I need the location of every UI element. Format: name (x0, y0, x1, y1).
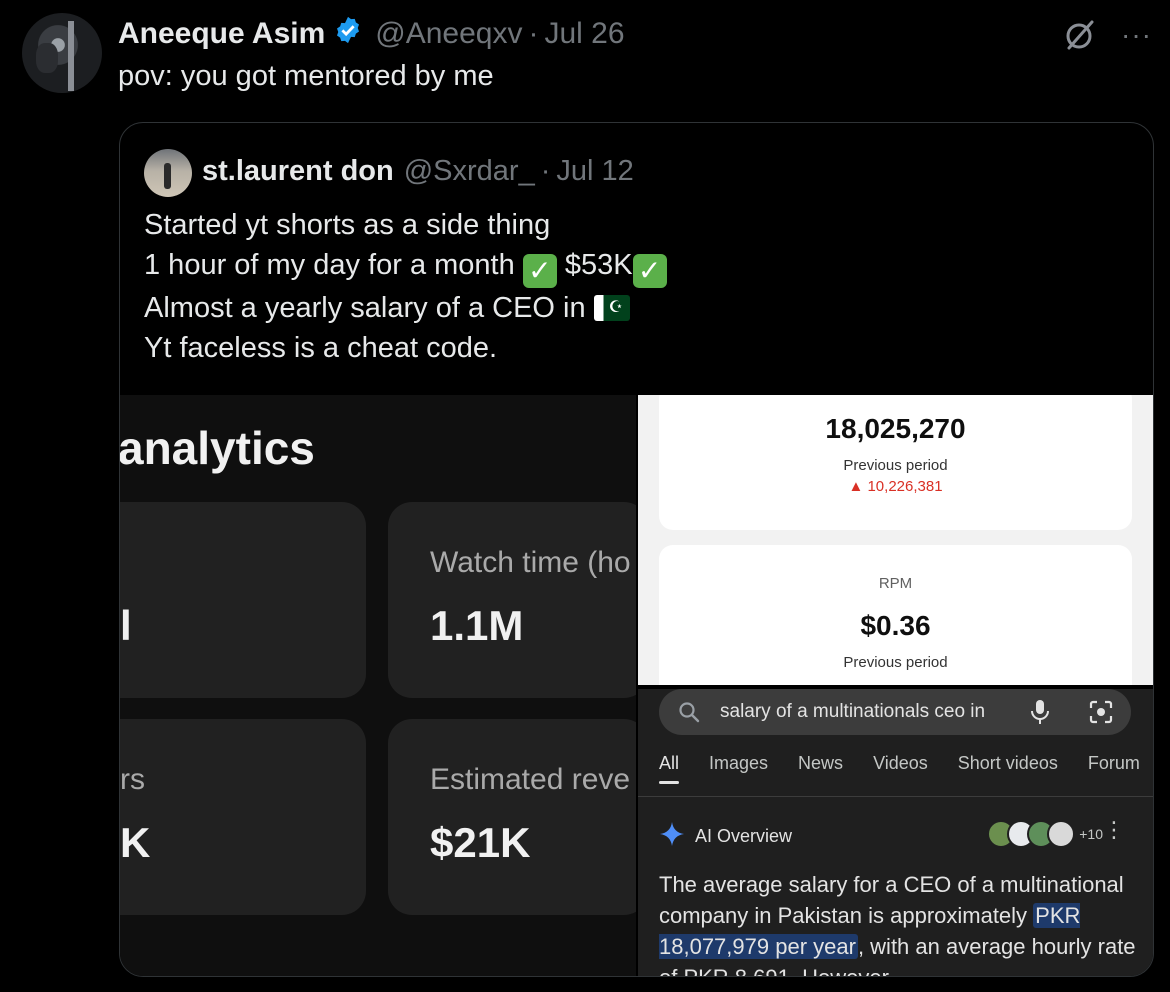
tab-news[interactable]: News (798, 753, 843, 774)
tweet-header: Aneeque Asim @Aneeqxv · Jul 26 (118, 14, 625, 54)
quoted-header-separator: · (540, 154, 551, 187)
views-card: 18,025,270 Previous period ▲ 10,226,381 (659, 395, 1132, 530)
lens-icon[interactable] (1088, 699, 1114, 730)
author-avatar[interactable] (22, 13, 102, 93)
header-separator: · (528, 17, 539, 50)
analytics-title: analytics (120, 422, 315, 474)
views-total: 18,025,270 (825, 413, 966, 444)
quoted-line-1: Started yt shorts as a side thing (144, 209, 551, 241)
search-tabs: All Images News Videos Short videos Foru… (659, 753, 1140, 784)
quoted-tweet[interactable]: st.laurent don @Sxrdar_ · Jul 12 Started… (119, 122, 1154, 977)
avatar-figure-shape (36, 43, 58, 73)
crescent-icon: ☪ (608, 299, 624, 316)
analytics-card-watch-time: Watch time (ho 1.1M (388, 502, 636, 698)
rpm-value: $0.36 (860, 610, 931, 641)
quoted-line-3-text: Almost a yearly salary of a CEO in (144, 292, 586, 324)
ai-overview-text: The average salary for a CEO of a multin… (659, 869, 1139, 976)
tab-images[interactable]: Images (709, 753, 768, 774)
author-handle[interactable]: @Aneeqxv (375, 17, 522, 51)
author-name[interactable]: Aneeque Asim (118, 17, 325, 51)
ai-overview-label: AI Overview (695, 826, 793, 846)
sparkle-icon (659, 821, 685, 852)
tab-forum[interactable]: Forum (1088, 753, 1140, 774)
pakistan-flag-icon: ☪ (593, 295, 630, 321)
tab-all[interactable]: All (659, 753, 680, 784)
revenue-label: Estimated reve (430, 763, 631, 796)
watch-time-value: 1.1M (430, 602, 524, 649)
quoted-author-handle[interactable]: @Sxrdar_ (404, 155, 535, 188)
tab-videos[interactable]: Videos (873, 753, 928, 774)
rpm-label: RPM (878, 575, 913, 592)
analytics-screenshot[interactable]: analytics l Watch time (ho 1.1M rs K Est… (120, 395, 636, 976)
previous-period-value: ▲ 10,226,381 (848, 478, 943, 495)
google-search-screenshot[interactable]: salary of a multinationals ceo in All Im… (638, 689, 1153, 976)
source-favicon (1047, 820, 1076, 848)
watch-time-label: Watch time (ho (430, 546, 631, 579)
check-mark-icon: ✓ (522, 254, 557, 288)
quoted-line-2: 1 hour of my day for a month ✓ $53K ✓ (144, 245, 667, 288)
rpm-card: RPM $0.36 Previous period (659, 545, 1132, 685)
tweet-text: pov: you got mentored by me (118, 60, 494, 92)
verified-badge-icon[interactable] (333, 15, 363, 53)
revenue-value: $21K (430, 819, 531, 866)
views-value-fragment: l (120, 602, 132, 649)
ai-overview-sources[interactable]: +10 (987, 820, 1103, 848)
grok-icon[interactable] (1063, 18, 1097, 52)
ai-overview-menu-icon[interactable]: ⋮ (1103, 819, 1125, 841)
quoted-line-4: Yt faceless is a cheat code. (144, 332, 498, 364)
quoted-author-avatar[interactable] (144, 149, 192, 197)
rpm-previous-period-label: Previous period (843, 654, 948, 671)
rpm-screenshot[interactable]: 18,025,270 Previous period ▲ 10,226,381 … (638, 395, 1153, 685)
subscribers-label-fragment: rs (120, 763, 145, 796)
ai-overview-header: AI Overview (659, 821, 792, 852)
subscribers-value-fragment: K (120, 819, 151, 866)
quoted-line-2-amount: $53K (564, 249, 633, 281)
tabs-divider (638, 796, 1153, 797)
sources-count: +10 (1079, 826, 1103, 842)
analytics-card-subscribers: rs K (120, 719, 366, 915)
search-icon (677, 700, 701, 729)
avatar-tower-shape (68, 21, 74, 91)
check-mark-icon: ✓ (632, 254, 667, 288)
quoted-tweet-header: st.laurent don @Sxrdar_ · Jul 12 (202, 151, 634, 191)
more-options-icon[interactable]: ··· (1121, 21, 1152, 49)
quoted-line-2-text: 1 hour of my day for a month (144, 249, 515, 281)
quoted-tweet-date[interactable]: Jul 12 (556, 155, 633, 188)
microphone-icon[interactable] (1029, 699, 1051, 730)
tab-short-videos[interactable]: Short videos (958, 753, 1058, 774)
quoted-author-name[interactable]: st.laurent don (202, 155, 394, 188)
quoted-tweet-text: Started yt shorts as a side thing 1 hour… (144, 205, 667, 368)
tweet-date[interactable]: Jul 26 (544, 17, 624, 51)
search-query[interactable]: salary of a multinationals ceo in (720, 701, 985, 723)
previous-period-label: Previous period (843, 457, 948, 474)
quoted-avatar-figure (164, 163, 171, 189)
search-bar[interactable]: salary of a multinationals ceo in (659, 689, 1131, 735)
tweet-actions-top: ··· (1063, 18, 1152, 52)
analytics-card-views: l (120, 502, 366, 698)
analytics-card-revenue: Estimated reve $21K (388, 719, 636, 915)
quoted-line-3: Almost a yearly salary of a CEO in ☪ (144, 288, 667, 328)
